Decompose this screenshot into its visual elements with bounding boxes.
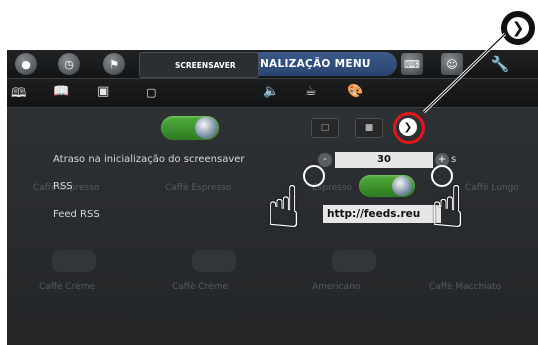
tap-ripple [303, 165, 325, 187]
tap-hand-left-icon: ☝ [266, 173, 302, 241]
tap-hand-right-icon: ☝ [430, 173, 466, 241]
